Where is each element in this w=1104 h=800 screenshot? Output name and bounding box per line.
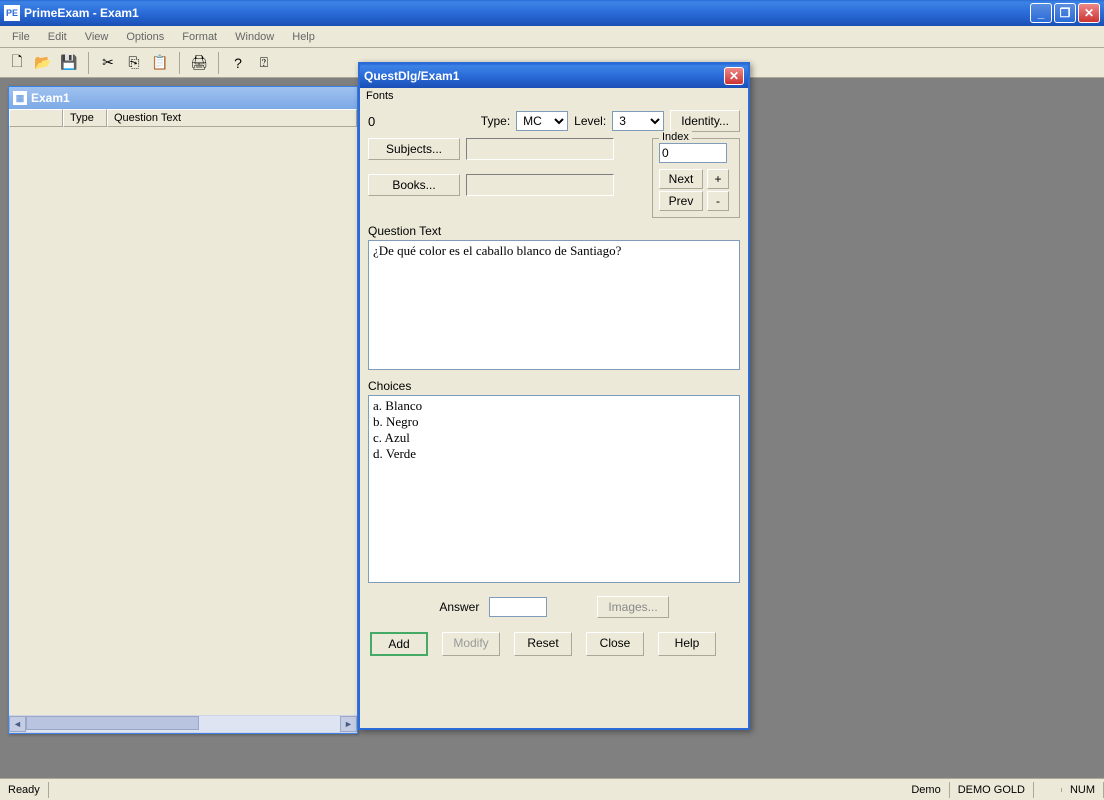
type-select[interactable]: MC xyxy=(516,111,568,131)
modify-button[interactable]: Modify xyxy=(442,632,500,656)
list-header: Type Question Text xyxy=(9,109,357,127)
menu-options[interactable]: Options xyxy=(118,29,172,45)
separator xyxy=(88,52,89,74)
level-select[interactable]: 3 xyxy=(612,111,664,131)
child-titlebar[interactable]: ▦ Exam1 xyxy=(9,87,357,109)
help-button[interactable]: Help xyxy=(658,632,716,656)
statusbar: Ready Demo DEMO GOLD NUM xyxy=(0,778,1104,800)
question-dialog: QuestDlg/Exam1 ✕ Fonts 0 Type: MC Level:… xyxy=(358,62,750,730)
dialog-close-button[interactable]: ✕ xyxy=(724,67,744,85)
status-demogold: DEMO GOLD xyxy=(950,782,1034,798)
index-legend: Index xyxy=(659,131,692,143)
choices-label: Choices xyxy=(368,379,740,393)
question-number: 0 xyxy=(368,114,408,129)
dialog-menu-fonts[interactable]: Fonts xyxy=(360,88,748,106)
child-icon: ▦ xyxy=(13,91,27,105)
minus-button[interactable]: - xyxy=(707,191,729,211)
close-dialog-button[interactable]: Close xyxy=(586,632,644,656)
index-input[interactable] xyxy=(659,143,727,163)
type-label: Type: xyxy=(481,114,510,128)
help-icon[interactable]: ? xyxy=(227,52,249,74)
status-num: NUM xyxy=(1062,782,1104,798)
cut-icon[interactable]: ✂ xyxy=(97,52,119,74)
menu-format[interactable]: Format xyxy=(174,29,225,45)
minimize-button[interactable]: _ xyxy=(1030,3,1052,23)
books-button[interactable]: Books... xyxy=(368,174,460,196)
choices-area[interactable] xyxy=(368,395,740,583)
main-titlebar: PE PrimeExam - Exam1 _ ❐ ✕ xyxy=(0,0,1104,26)
add-button[interactable]: Add xyxy=(370,632,428,656)
answer-label: Answer xyxy=(439,600,479,614)
books-field xyxy=(466,174,614,196)
exam-child-window: ▦ Exam1 Type Question Text ◄ ► xyxy=(8,86,358,734)
dialog-title-text: QuestDlg/Exam1 xyxy=(364,69,459,83)
close-button[interactable]: ✕ xyxy=(1078,3,1100,23)
list-body[interactable] xyxy=(9,127,357,715)
context-help-icon[interactable]: ⍰ xyxy=(253,52,275,74)
separator xyxy=(218,52,219,74)
menu-view[interactable]: View xyxy=(77,29,117,45)
plus-button[interactable]: + xyxy=(707,169,729,189)
scroll-thumb[interactable] xyxy=(26,716,199,730)
menubar: File Edit View Options Format Window Hel… xyxy=(0,26,1104,48)
status-demo: Demo xyxy=(903,782,949,798)
scroll-right-icon[interactable]: ► xyxy=(340,716,357,732)
open-icon[interactable]: 📂 xyxy=(32,52,54,74)
subjects-button[interactable]: Subjects... xyxy=(368,138,460,160)
question-text-area[interactable] xyxy=(368,240,740,370)
identity-button[interactable]: Identity... xyxy=(670,110,740,132)
images-button[interactable]: Images... xyxy=(597,596,668,618)
app-icon: PE xyxy=(4,5,20,21)
answer-input[interactable] xyxy=(489,597,547,617)
print-icon[interactable]: 🖨 xyxy=(188,52,210,74)
menu-window[interactable]: Window xyxy=(227,29,282,45)
index-group: Index Next + Prev - xyxy=(652,138,740,218)
dialog-titlebar[interactable]: QuestDlg/Exam1 ✕ xyxy=(360,64,748,88)
child-title-text: Exam1 xyxy=(31,91,70,105)
status-ready: Ready xyxy=(0,782,49,798)
next-button[interactable]: Next xyxy=(659,169,703,189)
prev-button[interactable]: Prev xyxy=(659,191,703,211)
status-blank xyxy=(1034,788,1062,792)
menu-file[interactable]: File xyxy=(4,29,38,45)
separator xyxy=(179,52,180,74)
maximize-button[interactable]: ❐ xyxy=(1054,3,1076,23)
column-type[interactable]: Type xyxy=(63,109,107,127)
horizontal-scrollbar[interactable]: ◄ ► xyxy=(9,715,357,733)
subjects-field xyxy=(466,138,614,160)
column-blank[interactable] xyxy=(9,109,63,127)
reset-button[interactable]: Reset xyxy=(514,632,572,656)
scroll-left-icon[interactable]: ◄ xyxy=(9,716,26,732)
scroll-track[interactable] xyxy=(26,716,340,732)
copy-icon[interactable]: ⎘ xyxy=(123,52,145,74)
level-label: Level: xyxy=(574,114,606,128)
save-icon[interactable]: 💾 xyxy=(58,52,80,74)
new-icon[interactable]: 🗋 xyxy=(6,52,28,74)
window-title: PrimeExam - Exam1 xyxy=(24,6,1030,20)
column-question-text[interactable]: Question Text xyxy=(107,109,357,127)
menu-edit[interactable]: Edit xyxy=(40,29,75,45)
menu-help[interactable]: Help xyxy=(284,29,323,45)
question-text-label: Question Text xyxy=(368,224,740,238)
paste-icon[interactable]: 📋 xyxy=(149,52,171,74)
